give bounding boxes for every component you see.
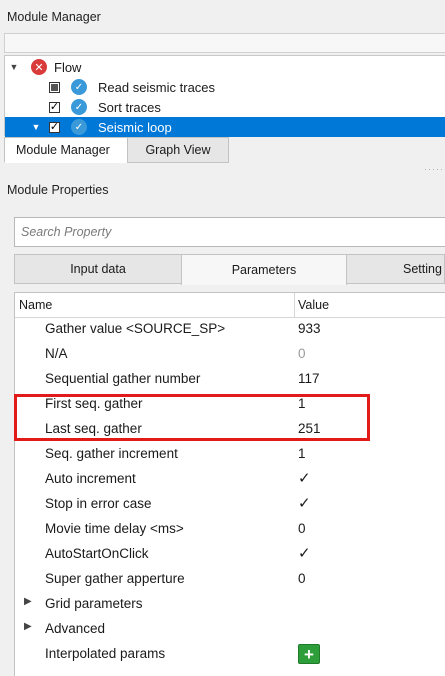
property-name: Grid parameters: [45, 596, 143, 611]
tree-item-label: Seismic loop: [98, 119, 172, 135]
chevron-right-icon[interactable]: ▶: [24, 596, 32, 607]
column-header-name[interactable]: Name: [19, 298, 52, 312]
property-value[interactable]: 251: [298, 421, 321, 436]
property-row[interactable]: Last seq. gather 251: [15, 417, 445, 442]
column-divider[interactable]: [294, 293, 295, 317]
chevron-right-icon[interactable]: ▶: [24, 621, 32, 632]
property-row[interactable]: Movie time delay <ms> 0: [15, 517, 445, 542]
property-group-grid-parameters[interactable]: ▶ Grid parameters: [15, 592, 445, 617]
tree-item-sort-traces[interactable]: ✓ ✓ Sort traces: [5, 97, 445, 117]
property-value[interactable]: 117: [298, 371, 320, 386]
property-group-advanced[interactable]: ▶ Advanced: [15, 617, 445, 642]
ok-status-icon: ✓: [71, 99, 87, 115]
ok-status-icon: ✓: [71, 119, 87, 135]
tab-input-data[interactable]: Input data: [14, 254, 182, 284]
tab-module-manager[interactable]: Module Manager: [4, 137, 128, 163]
checkbox-icon[interactable]: ✓: [49, 101, 60, 113]
property-row[interactable]: Gather value <SOURCE_SP> 933: [15, 317, 445, 342]
property-name: N/A: [45, 346, 68, 361]
tab-setting[interactable]: Setting: [346, 254, 445, 284]
property-name: Gather value <SOURCE_SP>: [45, 321, 226, 336]
module-manager-title: Module Manager: [7, 10, 101, 24]
tree-item-label: Sort traces: [98, 99, 161, 115]
expand-arrow-icon[interactable]: ▼: [31, 122, 41, 132]
property-name: Sequential gather number: [45, 371, 201, 386]
property-row[interactable]: Seq. gather increment 1: [15, 442, 445, 467]
property-name: AutoStartOnClick: [45, 546, 149, 561]
error-status-icon: ✕: [31, 59, 47, 75]
property-name: Movie time delay <ms>: [45, 521, 184, 536]
property-row[interactable]: Stop in error case ✓: [15, 492, 445, 517]
column-header-value[interactable]: Value: [298, 298, 329, 312]
tree-item-seismic-loop[interactable]: ▼ ✓ ✓ Seismic loop: [5, 117, 445, 137]
property-name: Advanced: [45, 621, 106, 636]
tree-item-flow[interactable]: ▼ ✕ Flow: [5, 57, 445, 77]
tree-toolbar: [4, 33, 445, 53]
tree-item-read-seismic-traces[interactable]: ✓ Read seismic traces: [5, 77, 445, 97]
property-row[interactable]: AutoStartOnClick ✓: [15, 542, 445, 567]
module-tree[interactable]: ▼ ✕ Flow ✓ Read seismic traces ✓ ✓ Sort …: [4, 55, 445, 137]
property-value[interactable]: 1: [298, 446, 306, 461]
property-row: N/A 0: [15, 342, 445, 367]
property-row[interactable]: Sequential gather number 117: [15, 367, 445, 392]
tab-parameters[interactable]: Parameters: [181, 254, 347, 285]
property-value[interactable]: 1: [298, 396, 306, 411]
property-row[interactable]: Interpolated params +: [15, 642, 445, 667]
grid-header: Name Value: [15, 293, 445, 318]
tree-item-label: Read seismic traces: [98, 79, 216, 95]
property-value[interactable]: 0: [298, 521, 306, 536]
property-name: Interpolated params: [45, 646, 166, 661]
property-value[interactable]: 933: [298, 321, 321, 336]
property-name: First seq. gather: [45, 396, 143, 411]
property-row[interactable]: Super gather apperture 0: [15, 567, 445, 592]
ok-status-icon: ✓: [71, 79, 87, 95]
property-name: Auto increment: [45, 471, 136, 486]
search-property-input[interactable]: Search Property: [14, 217, 445, 247]
property-row[interactable]: First seq. gather 1: [15, 392, 445, 417]
properties-grid[interactable]: Name Value Gather value <SOURCE_SP> 933 …: [14, 292, 445, 676]
expand-arrow-icon[interactable]: ▼: [9, 62, 19, 72]
property-value[interactable]: 0: [298, 571, 306, 586]
module-properties-title: Module Properties: [7, 183, 109, 197]
property-name: Last seq. gather: [45, 421, 142, 436]
property-name: Stop in error case: [45, 496, 152, 511]
checkmark-icon[interactable]: ✓: [298, 546, 311, 562]
property-name: Super gather apperture: [45, 571, 185, 586]
property-row[interactable]: Auto increment ✓: [15, 467, 445, 492]
checkbox-icon[interactable]: [49, 81, 60, 93]
properties-tabs: Input data Parameters Setting: [14, 254, 445, 285]
checkmark-icon[interactable]: ✓: [298, 471, 311, 487]
module-manager-tabs: Module Manager Graph View: [4, 137, 229, 164]
tab-graph-view[interactable]: Graph View: [127, 137, 229, 163]
property-name: Seq. gather increment: [45, 446, 178, 461]
splitter-handle[interactable]: ·····: [424, 164, 444, 174]
checkmark-icon[interactable]: ✓: [298, 496, 311, 512]
add-icon[interactable]: +: [298, 644, 320, 664]
tree-item-label: Flow: [54, 59, 82, 75]
checkbox-icon[interactable]: ✓: [49, 121, 60, 133]
property-value: 0: [298, 346, 306, 361]
